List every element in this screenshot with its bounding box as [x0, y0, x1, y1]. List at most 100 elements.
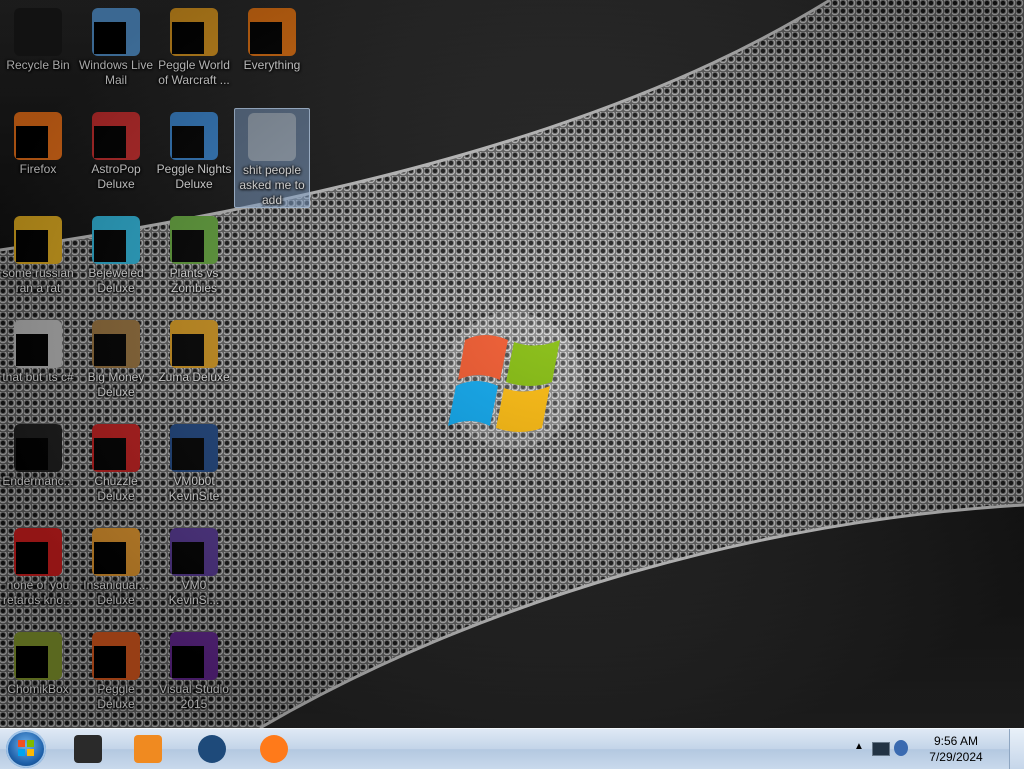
desktop-icon-label: shit people asked me to add	[239, 163, 305, 207]
redaction-box	[172, 646, 204, 678]
clock-date: 7/29/2024	[929, 750, 983, 764]
desktop-icon-label: VM0b0t KevinSite	[168, 474, 220, 503]
clock-time: 9:56 AM	[933, 734, 979, 748]
desktop-icon[interactable]: Firefox	[0, 108, 76, 204]
taskbar-button-terminal[interactable]	[60, 731, 116, 767]
desktop-icon[interactable]: Chuzzle Deluxe	[78, 420, 154, 516]
desktop-icon[interactable]: shit people asked me to add	[234, 108, 310, 208]
action-center-icon[interactable]	[894, 740, 908, 756]
redaction-box	[94, 334, 126, 366]
redaction-box	[94, 438, 126, 470]
desktop-icon[interactable]: Recycle Bin	[0, 4, 76, 100]
recycle-bin-icon	[14, 8, 62, 56]
desktop[interactable]: Recycle Bin Windows Live Mail Peggle World…	[0, 0, 1024, 728]
desktop-icon[interactable]: that but its c#	[0, 316, 76, 412]
desktop-icon-label: Everything	[243, 58, 301, 72]
desktop-icon[interactable]: Zuma Deluxe	[156, 316, 232, 412]
redaction-box	[16, 126, 48, 158]
desktop-icon-label: Insaniquar... Deluxe	[83, 578, 149, 607]
astropop-icon	[92, 112, 140, 160]
firefox-icon	[14, 112, 62, 160]
redaction-box	[94, 126, 126, 158]
desktop-icon[interactable]: Everything	[234, 4, 310, 100]
desktop-icon[interactable]: some russian ran a rat	[0, 212, 76, 308]
app-icon	[14, 528, 62, 576]
network-icon[interactable]	[872, 742, 890, 756]
desktop-icon[interactable]: VM0 KevinSi...	[156, 524, 232, 620]
desktop-icon-label: Plants vs Zombies	[169, 266, 219, 295]
desktop-icon-label: VM0 KevinSi...	[168, 578, 220, 607]
peggle-icon	[92, 632, 140, 680]
redaction-box	[94, 22, 126, 54]
desktop-icon[interactable]: Endermanc...	[0, 420, 76, 516]
desktop-icon-label: Recycle Bin	[6, 58, 70, 72]
everything-search-icon	[248, 8, 296, 56]
redaction-box	[172, 230, 204, 262]
desktop-icon[interactable]: Windows Live Mail	[78, 4, 154, 100]
start-button[interactable]	[6, 730, 46, 768]
globe-icon	[198, 735, 226, 763]
desktop-icon-label: ChomikBox	[7, 682, 69, 696]
plants-vs-zombies-icon	[170, 216, 218, 264]
desktop-icon-label: Firefox	[19, 162, 57, 176]
desktop-icon[interactable]: Peggle Deluxe	[78, 628, 154, 724]
desktop-icon-label: Peggle World of Warcraft ...	[158, 58, 230, 87]
redaction-box	[16, 334, 48, 366]
windows-live-mail-icon	[92, 8, 140, 56]
desktop-icon[interactable]: ChomikBox	[0, 628, 76, 724]
desktop-icon-label: Chuzzle Deluxe	[94, 474, 138, 503]
vm-icon	[170, 424, 218, 472]
desktop-icon[interactable]: Visual Studio 2015	[156, 628, 232, 724]
desktop-icon[interactable]: Bejeweled Deluxe	[78, 212, 154, 308]
desktop-icon-label: Big Money Deluxe	[87, 370, 145, 399]
peggle-wow-icon	[170, 8, 218, 56]
desktop-icon-label: Visual Studio 2015	[159, 682, 229, 711]
clock[interactable]: 9:56 AM 7/29/2024	[916, 729, 996, 773]
big-money-icon	[92, 320, 140, 368]
taskbar: ▲ 9:56 AM 7/29/2024	[0, 728, 1024, 769]
desktop-icon-label: Peggle Nights Deluxe	[156, 162, 232, 191]
redaction-box	[172, 22, 204, 54]
terminal-icon	[74, 735, 102, 763]
file-icon	[14, 216, 62, 264]
desktop-icon[interactable]: Plants vs Zombies	[156, 212, 232, 308]
desktop-icon-label: some russian ran a rat	[2, 266, 74, 295]
redaction-box	[172, 334, 204, 366]
icon-glyph	[14, 8, 62, 56]
desktop-icon[interactable]: VM0b0t KevinSite	[156, 420, 232, 516]
taskbar-button-firefox[interactable]	[246, 731, 302, 767]
desktop-icon-label: Peggle Deluxe	[97, 682, 135, 711]
redaction-box	[16, 646, 48, 678]
redaction-box	[172, 542, 204, 574]
redaction-box	[172, 126, 204, 158]
desktop-icon[interactable]: Insaniquar... Deluxe	[78, 524, 154, 620]
taskbar-button-media-player[interactable]	[120, 731, 176, 767]
redaction-box	[16, 438, 48, 470]
insaniquarium-icon	[92, 528, 140, 576]
desktop-icon-label: Endermanc...	[2, 474, 74, 488]
desktop-icon-label: Bejeweled Deluxe	[88, 266, 144, 295]
desktop-icon[interactable]: Peggle Nights Deluxe	[156, 108, 232, 204]
redaction-box	[16, 230, 48, 262]
desktop-icon[interactable]: Peggle World of Warcraft ...	[156, 4, 232, 100]
redaction-box	[172, 438, 204, 470]
show-hidden-icons-chevron-icon[interactable]: ▲	[854, 741, 864, 752]
zuma-icon	[170, 320, 218, 368]
peggle-nights-icon	[170, 112, 218, 160]
desktop-icon[interactable]: Big Money Deluxe	[78, 316, 154, 412]
show-desktop-button[interactable]	[1009, 729, 1024, 769]
notification-area: ▲	[854, 729, 914, 769]
firefox-icon	[260, 735, 288, 763]
desktop-icon[interactable]: AstroPop Deluxe	[78, 108, 154, 204]
folder-icon	[248, 113, 296, 161]
desktop-icon-label: Windows Live Mail	[78, 58, 154, 87]
desktop-icon[interactable]: none of you retards kno...	[0, 524, 76, 620]
redaction-box	[94, 646, 126, 678]
terminal-icon	[14, 424, 62, 472]
taskbar-button-globe[interactable]	[184, 731, 240, 767]
bejeweled-icon	[92, 216, 140, 264]
redaction-box	[94, 230, 126, 262]
media-player-icon	[134, 735, 162, 763]
visual-studio-icon	[170, 632, 218, 680]
icon-glyph	[248, 113, 296, 161]
